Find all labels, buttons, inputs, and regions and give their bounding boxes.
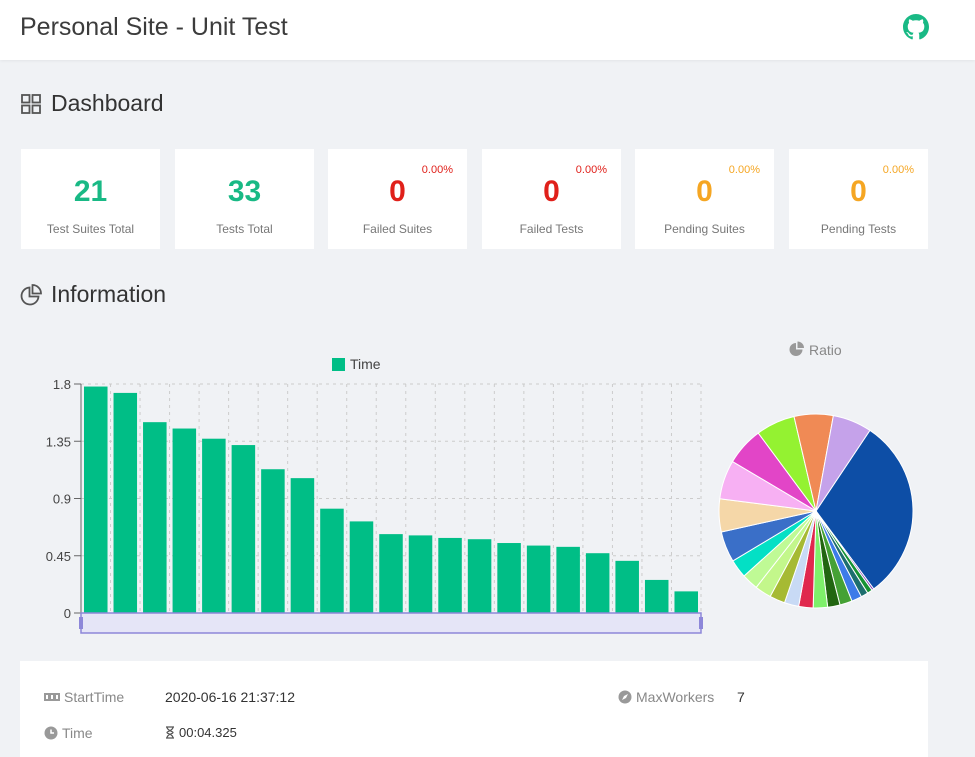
dashboard-heading: Dashboard	[20, 90, 164, 117]
start-time-row: StartTime	[44, 689, 124, 705]
hourglass-icon	[166, 726, 174, 739]
film-icon	[44, 693, 60, 701]
start-time-label: StartTime	[64, 689, 125, 705]
stat-card: 0 Failed Tests 0.00%	[482, 149, 621, 249]
pie-title: Ratio	[809, 342, 842, 358]
stat-card: 33 Tests Total	[175, 149, 314, 249]
bar	[556, 546, 580, 613]
github-icon[interactable]	[903, 14, 929, 40]
compass-icon	[618, 690, 632, 704]
information-heading: Information	[20, 281, 166, 308]
max-workers-value-row: 7	[737, 689, 745, 705]
pie-title-icon-slice	[797, 341, 804, 348]
stat-card: 0 Pending Tests 0.00%	[789, 149, 928, 249]
start-time-value-row: 2020-06-16 21:37:12	[165, 689, 295, 705]
stat-label: Pending Tests	[820, 222, 897, 236]
stat-label: Tests Total	[216, 222, 273, 236]
stat-label: Test Suites Total	[46, 222, 135, 236]
stat-value: 0	[850, 175, 867, 208]
y-tick-label: 1.8	[53, 377, 71, 392]
bar	[290, 478, 315, 613]
time-value: 00:04.325	[179, 725, 237, 740]
stat-label: Failed Suites	[362, 222, 433, 236]
legend-swatch	[332, 358, 345, 371]
stat-card: 0 Pending Suites 0.00%	[635, 149, 774, 249]
stat-card: 21 Test Suites Total	[21, 149, 160, 249]
stat-percent: 0.00%	[882, 164, 914, 176]
time-row: Time	[44, 725, 93, 741]
bar	[379, 534, 403, 613]
stat-percent: 0.00%	[575, 164, 607, 176]
clock-icon	[44, 726, 58, 740]
top-bar: Personal Site - Unit Test	[0, 0, 975, 60]
dashboard-title: Dashboard	[51, 90, 164, 116]
stat-label: Failed Tests	[519, 222, 584, 236]
stat-value: 21	[73, 175, 108, 208]
time-value-row: 00:04.325	[165, 725, 237, 740]
bar	[84, 386, 108, 613]
information-title: Information	[51, 281, 167, 307]
stat-percent: 0.00%	[728, 164, 760, 176]
bar	[320, 508, 344, 613]
time-label: Time	[62, 725, 93, 741]
zoom-slider	[80, 612, 702, 634]
zoom-handle-left	[79, 617, 83, 629]
bar	[261, 469, 285, 613]
y-tick-label: 0.45	[46, 549, 71, 564]
bar	[113, 392, 138, 613]
start-time-value: 2020-06-16 21:37:12	[165, 689, 295, 705]
bar	[438, 537, 462, 613]
bar	[143, 422, 167, 613]
ratio-pie-chart: Ratio	[718, 341, 914, 609]
stat-value: 0	[543, 175, 560, 208]
bar	[497, 543, 521, 613]
bar	[408, 535, 433, 613]
stat-value: 0	[389, 175, 406, 208]
pie-chart-icon	[20, 283, 42, 305]
bar	[202, 438, 226, 613]
zoom-handle-right	[699, 617, 703, 629]
max-workers-value: 7	[737, 689, 745, 705]
stat-value: 0	[696, 175, 713, 208]
bar	[526, 545, 551, 613]
bar	[585, 553, 610, 613]
max-workers-row: MaxWorkers	[618, 689, 714, 705]
bar	[615, 560, 639, 613]
y-tick-label: 0	[64, 606, 71, 621]
bar	[644, 579, 669, 613]
bar	[349, 521, 374, 613]
stat-percent: 0.00%	[421, 164, 453, 176]
y-tick-label: 0.9	[53, 492, 71, 507]
y-tick-label: 1.35	[46, 434, 71, 449]
time-bar-chart: Time 1.8 1.35 0.9 0.45 0	[46, 356, 703, 634]
run-details-panel: StartTime 2020-06-16 21:37:12 MaxWorkers…	[20, 661, 928, 757]
bar	[674, 591, 698, 613]
max-workers-label: MaxWorkers	[636, 689, 715, 705]
legend-label: Time	[350, 356, 381, 372]
dashboard-icon	[21, 93, 41, 114]
stat-label: Pending Suites	[664, 222, 745, 236]
stat-value: 33	[227, 175, 262, 208]
bar	[231, 445, 256, 613]
stat-card: 0 Failed Suites 0.00%	[328, 149, 467, 249]
bar	[467, 539, 492, 613]
bar	[172, 428, 197, 613]
page-title: Personal Site - Unit Test	[20, 13, 288, 41]
